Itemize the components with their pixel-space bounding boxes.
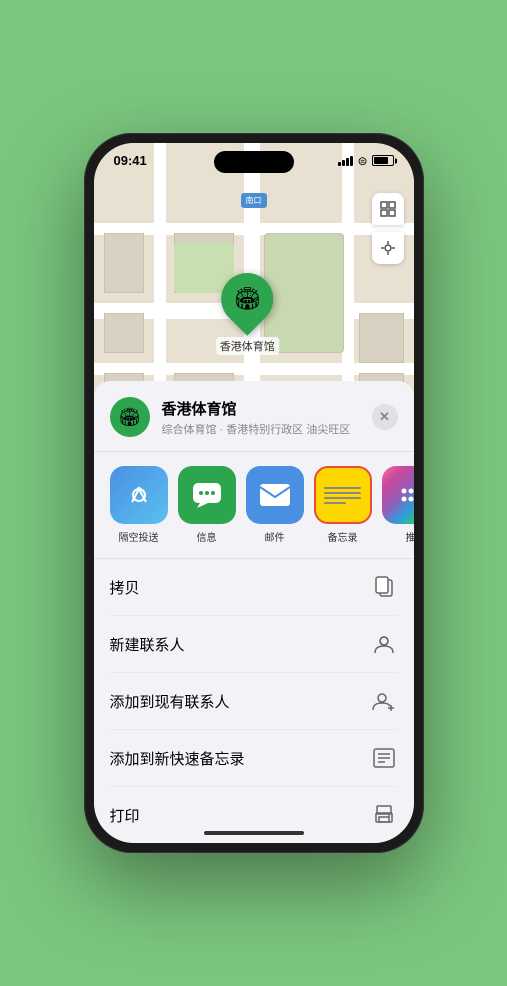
add-note-icon [370, 744, 398, 772]
location-subtitle: 综合体育馆 · 香港特别行政区 油尖旺区 [162, 421, 372, 437]
message-label: 信息 [197, 529, 217, 544]
mail-icon [246, 466, 304, 524]
share-item-notes[interactable]: 备忘录 [314, 466, 372, 544]
notes-label: 备忘录 [328, 529, 358, 544]
phone-frame: 09:41 ⊜ [84, 133, 424, 853]
map-controls [372, 193, 404, 264]
action-copy-label: 拷贝 [110, 577, 140, 598]
wifi-icon: ⊜ [357, 154, 367, 168]
action-add-note-label: 添加到新快速备忘录 [110, 748, 245, 769]
action-add-contact[interactable]: 添加到现有联系人 [110, 673, 398, 730]
copy-icon [370, 573, 398, 601]
share-item-airdrop[interactable]: 隔空投送 [110, 466, 168, 544]
location-venue-icon: 🏟 [110, 397, 150, 437]
action-list: 拷贝 新建联系人 [94, 559, 414, 843]
home-indicator [204, 831, 304, 835]
stadium-pin: 🏟 香港体育馆 [216, 273, 279, 355]
print-icon [370, 801, 398, 829]
more-icon [382, 466, 414, 524]
share-item-more[interactable]: 推 [382, 466, 414, 544]
action-new-contact-label: 新建联系人 [110, 634, 185, 655]
bottom-sheet: 🏟 香港体育馆 综合体育馆 · 香港特别行政区 油尖旺区 ✕ [94, 381, 414, 843]
mail-label: 邮件 [265, 529, 285, 544]
action-add-contact-label: 添加到现有联系人 [110, 691, 230, 712]
share-item-mail[interactable]: 邮件 [246, 466, 304, 544]
location-name: 香港体育馆 [162, 398, 372, 419]
location-card: 🏟 香港体育馆 综合体育馆 · 香港特别行政区 油尖旺区 ✕ [94, 397, 414, 452]
stadium-pin-label: 香港体育馆 [216, 337, 279, 355]
action-print-label: 打印 [110, 805, 140, 826]
stadium-pin-icon: 🏟 [233, 286, 261, 312]
map-view-button[interactable] [372, 193, 404, 225]
phone-screen: 09:41 ⊜ [94, 143, 414, 843]
location-info: 香港体育馆 综合体育馆 · 香港特别行政区 油尖旺区 [162, 398, 372, 437]
share-item-message[interactable]: 信息 [178, 466, 236, 544]
more-label: 推 [406, 529, 414, 544]
add-contact-icon [370, 687, 398, 715]
airdrop-icon [110, 466, 168, 524]
action-add-note[interactable]: 添加到新快速备忘录 [110, 730, 398, 787]
status-time: 09:41 [114, 153, 147, 168]
dynamic-island [214, 151, 294, 173]
notes-icon [314, 466, 372, 524]
action-new-contact[interactable]: 新建联系人 [110, 616, 398, 673]
signal-icon [338, 156, 353, 166]
message-icon [178, 466, 236, 524]
airdrop-label: 隔空投送 [119, 529, 159, 544]
action-copy[interactable]: 拷贝 [110, 559, 398, 616]
status-icons: ⊜ [338, 154, 393, 168]
map-north-exit-label: 南口 [241, 193, 267, 208]
battery-icon [372, 155, 394, 166]
close-button[interactable]: ✕ [372, 404, 398, 430]
share-row: 隔空投送 信息 [94, 452, 414, 559]
new-contact-icon [370, 630, 398, 658]
map-location-button[interactable] [372, 232, 404, 264]
